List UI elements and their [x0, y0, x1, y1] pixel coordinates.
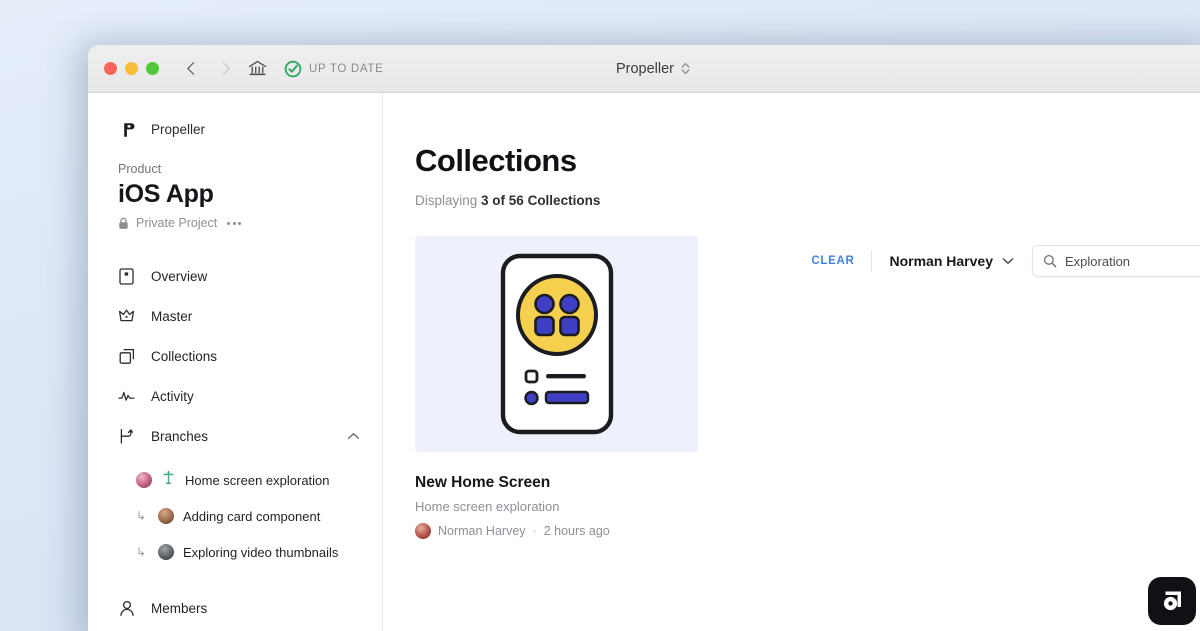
home-icon: [248, 60, 267, 76]
project-privacy-label: Private Project: [136, 216, 218, 230]
sidebar-item-label: Overview: [151, 268, 208, 284]
branch-nested-arrow-icon: ↳: [136, 545, 147, 559]
collection-card[interactable]: New Home Screen Home screen exploration …: [415, 236, 698, 539]
activity-icon: [118, 389, 135, 403]
forward-button[interactable]: [210, 56, 236, 82]
sidebar-item-label: Collections: [151, 348, 218, 364]
sidebar-item-activity[interactable]: Activity: [88, 376, 382, 416]
sidebar-item-label: Members: [151, 600, 208, 616]
branch-item[interactable]: ↳ Exploring video thumbnails: [88, 534, 382, 570]
person-icon: [118, 600, 135, 617]
project-title: iOS App: [118, 180, 214, 208]
sidebar-nav: Overview Master Collections Activity Bra…: [88, 256, 382, 628]
sidebar-item-label: Branches: [151, 428, 209, 444]
branch-label: Adding card component: [183, 508, 321, 524]
main-content: Collections Displaying 3 of 56 Collectio…: [383, 93, 1200, 631]
zoom-window-button[interactable]: [146, 62, 159, 75]
branch-nested-arrow-icon: ↳: [136, 509, 147, 523]
results-summary-count: 3 of 56 Collections: [481, 193, 601, 208]
chevron-left-icon: [186, 62, 200, 75]
collection-thumbnail: [415, 236, 698, 452]
avatar: [158, 544, 174, 560]
user-filter-label: Norman Harvey: [889, 253, 994, 269]
branch-item[interactable]: ↳ Adding card component: [88, 498, 382, 534]
lock-icon: [119, 217, 128, 229]
sync-status-label: UP TO DATE: [309, 62, 384, 75]
back-button[interactable]: [180, 56, 206, 82]
title-bar: UP TO DATE Propeller: [88, 45, 1200, 93]
page-title: Collections: [415, 143, 577, 178]
sync-status: UP TO DATE: [284, 60, 384, 78]
collection-card-subtitle: Home screen exploration: [415, 499, 560, 514]
search-input-value: Exploration: [1065, 253, 1131, 269]
search-icon: [1043, 254, 1057, 268]
project-header: Product iOS App Private Project: [88, 140, 382, 230]
results-summary: Displaying 3 of 56 Collections: [415, 193, 1200, 208]
filter-toolbar: CLEAR Norman Harvey Exploration: [795, 245, 1200, 277]
branch-label: Home screen exploration: [185, 472, 330, 488]
search-input[interactable]: Exploration: [1032, 245, 1200, 277]
sidebar: Propeller Product iOS App Private Projec…: [88, 93, 383, 631]
propeller-logo-icon: [118, 119, 139, 140]
branch-icon: [118, 428, 135, 445]
abstract-logo-icon: [1163, 591, 1181, 611]
traffic-lights: [104, 62, 159, 75]
project-more-button[interactable]: [227, 221, 242, 225]
abstract-logo-badge: [1148, 577, 1196, 625]
avatar: [136, 472, 152, 488]
sidebar-item-members-wrap: Members: [88, 588, 382, 628]
sidebar-item-label: Master: [151, 308, 193, 324]
collections-icon: [118, 348, 135, 365]
branches-collapse-toggle[interactable]: [347, 427, 360, 445]
minimize-window-button[interactable]: [125, 62, 138, 75]
collection-card-title: New Home Screen: [415, 474, 551, 491]
window-body: Propeller Product iOS App Private Projec…: [88, 93, 1200, 631]
window-title-label: Propeller: [615, 60, 675, 77]
chevron-up-icon: [347, 433, 360, 439]
meta-separator: ·: [532, 524, 537, 538]
collection-card-author: Norman Harvey: [438, 524, 526, 538]
phone-sketch-icon: [500, 253, 613, 435]
avatar: [415, 523, 431, 539]
collection-grid: New Home Screen Home screen exploration …: [415, 236, 1200, 539]
palm-icon: [161, 470, 176, 490]
collection-card-timestamp: 2 hours ago: [543, 524, 610, 538]
close-window-button[interactable]: [104, 62, 117, 75]
branch-label: Exploring video thumbnails: [183, 544, 339, 560]
project-meta: Private Project: [118, 216, 382, 230]
avatar: [158, 508, 174, 524]
organization-name: Propeller: [151, 122, 206, 137]
sidebar-item-label: Activity: [151, 388, 194, 404]
crown-icon: [118, 308, 135, 324]
history-navigation: [180, 56, 236, 82]
flag-p-icon: [123, 122, 134, 137]
chevron-down-icon: [1002, 258, 1014, 264]
branch-list: Home screen exploration ↳ Adding card co…: [88, 462, 382, 570]
org-switcher-icon[interactable]: [681, 62, 690, 75]
clear-filters-button[interactable]: CLEAR: [795, 255, 870, 267]
sidebar-item-branches[interactable]: Branches: [88, 416, 382, 456]
app-window: UP TO DATE Propeller Propeller Product i…: [88, 45, 1200, 631]
document-icon: [118, 267, 135, 285]
check-circle-icon: [284, 60, 302, 77]
project-kicker: Product: [118, 162, 162, 176]
user-filter-dropdown[interactable]: Norman Harvey: [872, 253, 1033, 269]
sidebar-item-collections[interactable]: Collections: [88, 336, 382, 376]
collection-card-meta: Norman Harvey · 2 hours ago: [415, 523, 698, 539]
home-button[interactable]: [248, 60, 267, 77]
chevron-right-icon: [216, 62, 230, 75]
organization-row[interactable]: Propeller: [88, 93, 382, 140]
sidebar-item-overview[interactable]: Overview: [88, 256, 382, 296]
results-summary-prefix: Displaying: [415, 193, 478, 208]
chevron-updown-icon: [681, 62, 690, 75]
sidebar-item-master[interactable]: Master: [88, 296, 382, 336]
sidebar-item-members[interactable]: Members: [88, 588, 382, 628]
branch-item[interactable]: Home screen exploration: [88, 462, 382, 498]
